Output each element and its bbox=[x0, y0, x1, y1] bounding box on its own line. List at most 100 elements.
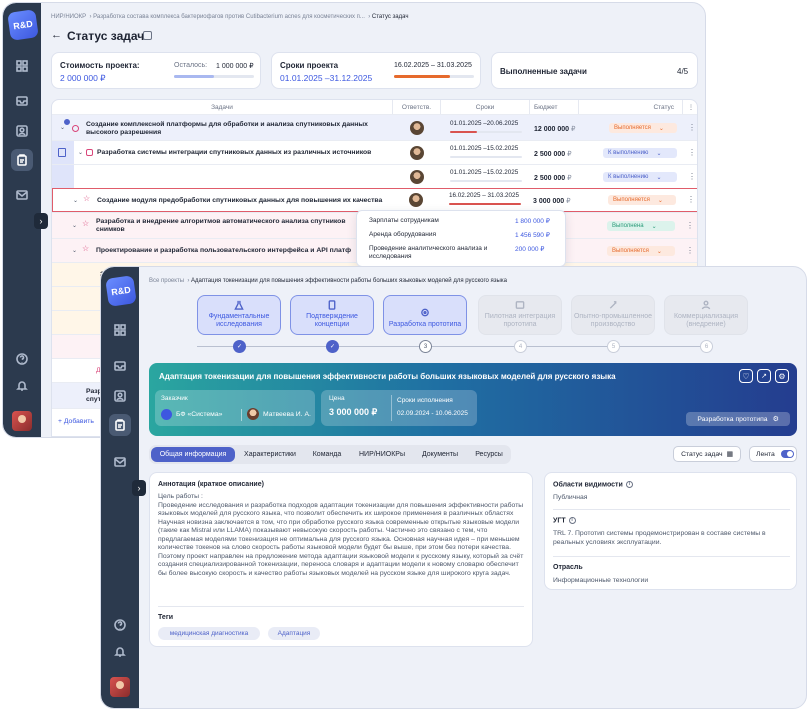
row-menu-icon[interactable]: ⋮ bbox=[688, 172, 696, 181]
tab-1[interactable]: Общая информация bbox=[151, 447, 235, 462]
stage-icon bbox=[701, 300, 711, 310]
breadcrumb-item[interactable]: Все проекты bbox=[149, 278, 184, 284]
app-logo[interactable]: R&D bbox=[7, 9, 39, 41]
table-row[interactable]: ⌄ Разработка системы интеграции спутнико… bbox=[52, 140, 697, 165]
owner-avatar[interactable] bbox=[410, 170, 424, 184]
user-card-icon[interactable] bbox=[11, 120, 33, 142]
tab-6[interactable]: Ресурсы bbox=[469, 447, 509, 462]
avatar[interactable] bbox=[12, 411, 32, 431]
owner-avatar[interactable] bbox=[410, 146, 424, 160]
inbox-icon[interactable] bbox=[11, 90, 33, 112]
stage-card[interactable]: Фундаментальные исследования bbox=[197, 295, 281, 335]
row-menu-icon[interactable]: ⋮ bbox=[687, 195, 695, 204]
col-header-budget[interactable]: Бюджет bbox=[530, 100, 579, 114]
bell-icon[interactable] bbox=[109, 641, 131, 663]
help-icon[interactable] bbox=[109, 614, 131, 636]
task-title[interactable]: Создание комплексной платформы для обраб… bbox=[86, 121, 386, 137]
status-badge[interactable]: К выполнению ⌄ bbox=[603, 148, 677, 158]
gear-icon[interactable]: ⚙ bbox=[775, 369, 789, 383]
sidebar-toggle-button[interactable]: › bbox=[34, 213, 48, 229]
row-menu-icon[interactable]: ⋮ bbox=[688, 123, 696, 132]
tab-5[interactable]: Документы bbox=[413, 447, 467, 462]
info-icon[interactable]: i bbox=[568, 517, 576, 524]
breadcrumb-item[interactable]: Разработка состава комплекса бактериофаг… bbox=[93, 14, 365, 20]
mail-icon[interactable] bbox=[11, 184, 33, 206]
chevron-down-icon[interactable]: ⌄ bbox=[72, 247, 77, 254]
chevron-down-icon[interactable]: ⌄ bbox=[72, 222, 77, 229]
breadcrumb-item[interactable]: НИР/НИОКР bbox=[51, 14, 86, 20]
stage-button[interactable]: Разработка прототипа ⚙ bbox=[686, 412, 790, 426]
step-number[interactable]: 3 bbox=[419, 340, 432, 353]
done-tasks-card: Выполненные задачи 4/5 bbox=[491, 52, 698, 89]
grid-icon[interactable] bbox=[11, 55, 33, 77]
col-menu-icon[interactable]: ⋮ bbox=[683, 100, 697, 114]
stage-card[interactable]: Пилотная интеграция прототипа bbox=[478, 295, 562, 335]
status-tasks-button[interactable]: Статус задач ▦ bbox=[673, 446, 741, 462]
star-icon[interactable]: ☆ bbox=[83, 194, 90, 203]
stage-card[interactable]: Опытно-промышленное производство bbox=[571, 295, 655, 335]
table-row[interactable]: ⌄ Создание комплексной платформы для обр… bbox=[52, 114, 697, 140]
row-menu-icon[interactable]: ⋮ bbox=[688, 148, 696, 157]
task-title[interactable]: Проектирование и разработка пользователь… bbox=[96, 247, 356, 255]
user-card-icon[interactable] bbox=[109, 385, 131, 407]
step-number[interactable]: 4 bbox=[514, 340, 527, 353]
tab-3[interactable]: Команда bbox=[303, 447, 351, 462]
task-title[interactable]: Разработка системы интеграции спутниковы… bbox=[97, 149, 387, 157]
col-header-dates[interactable]: Сроки bbox=[441, 100, 530, 114]
status-badge[interactable]: Выполняется ⌄ bbox=[609, 123, 677, 133]
chevron-down-icon[interactable]: ⌄ bbox=[78, 149, 83, 156]
stage-card[interactable]: Подтверждение концепции bbox=[290, 295, 374, 335]
tab-4[interactable]: НИР/НИОКРы bbox=[353, 447, 411, 462]
share-icon[interactable]: ↗ bbox=[757, 369, 771, 383]
task-title[interactable]: Создание модуля предобработки спутниковы… bbox=[97, 197, 387, 205]
help-icon[interactable] bbox=[11, 348, 33, 370]
chevron-down-icon[interactable]: ⌄ bbox=[73, 197, 78, 204]
tag-chip[interactable]: медицинская диагностика bbox=[158, 627, 260, 640]
tags-label: Теги bbox=[158, 614, 174, 621]
row-menu-icon[interactable]: ⋮ bbox=[686, 221, 694, 230]
clipboard-icon[interactable] bbox=[109, 414, 131, 436]
step-number[interactable]: 5 bbox=[607, 340, 620, 353]
inbox-icon[interactable] bbox=[109, 355, 131, 377]
task-title[interactable]: Разработка и внедрение алгоритмов автома… bbox=[96, 218, 364, 234]
avatar[interactable] bbox=[110, 677, 130, 697]
tag-chip[interactable]: Адаптация bbox=[268, 627, 320, 640]
status-badge[interactable]: Выполнена ⌄ bbox=[607, 221, 675, 231]
status-badge[interactable]: Выполняется ⌄ bbox=[608, 195, 676, 205]
app-logo[interactable]: R&D bbox=[105, 275, 137, 307]
tab-2[interactable]: Характеристики bbox=[239, 447, 301, 462]
mail-icon[interactable] bbox=[109, 451, 131, 473]
owner-avatar[interactable] bbox=[409, 193, 423, 207]
chevron-down-icon[interactable]: ⌄ bbox=[60, 124, 65, 131]
col-header-tasks[interactable]: Задачи bbox=[52, 100, 393, 114]
task-checkbox-icon[interactable] bbox=[86, 149, 93, 156]
stage-card[interactable]: Коммерциализация (внедрение) bbox=[664, 295, 748, 335]
customer-name[interactable]: БФ «Система» bbox=[176, 411, 222, 418]
row-menu-icon[interactable]: ⋮ bbox=[686, 246, 694, 255]
owner-avatar[interactable] bbox=[410, 121, 424, 135]
chart-icon[interactable] bbox=[143, 31, 152, 40]
stage-card[interactable]: Разработка прототипа bbox=[383, 295, 467, 335]
step-check-icon[interactable]: ✓ bbox=[326, 340, 339, 353]
back-arrow-icon[interactable]: ← bbox=[51, 29, 62, 41]
bell-icon[interactable] bbox=[11, 375, 33, 397]
add-task-button[interactable]: + Добавить bbox=[58, 418, 94, 426]
step-number[interactable]: 6 bbox=[700, 340, 713, 353]
clipboard-icon[interactable] bbox=[11, 149, 33, 171]
step-check-icon[interactable]: ✓ bbox=[233, 340, 246, 353]
manager-name[interactable]: Матвеева И. А. bbox=[263, 411, 311, 418]
info-icon[interactable]: i bbox=[625, 481, 633, 488]
heart-icon[interactable]: ♡ bbox=[739, 369, 753, 383]
table-row-selected[interactable]: ⌄ ☆ Создание модуля предобработки спутни… bbox=[52, 188, 697, 212]
grid-icon[interactable] bbox=[109, 319, 131, 341]
clipboard-icon[interactable] bbox=[58, 148, 66, 157]
col-header-owner[interactable]: Ответств. bbox=[393, 100, 441, 114]
star-icon[interactable]: ☆ bbox=[82, 219, 89, 228]
col-header-status[interactable]: Статус bbox=[579, 100, 683, 114]
status-badge[interactable]: Выполняется ⌄ bbox=[607, 246, 675, 256]
star-icon[interactable]: ☆ bbox=[82, 244, 89, 253]
status-badge[interactable]: К выполнению ⌄ bbox=[603, 172, 677, 182]
terms-card: Сроки проекта 01.01.2025 –31.12.2025 16.… bbox=[271, 52, 481, 89]
sidebar-toggle-button[interactable]: › bbox=[132, 480, 146, 496]
table-row[interactable]: 01.01.2025 –15.02.2025 2 500 000 ₽ К вып… bbox=[52, 164, 697, 189]
